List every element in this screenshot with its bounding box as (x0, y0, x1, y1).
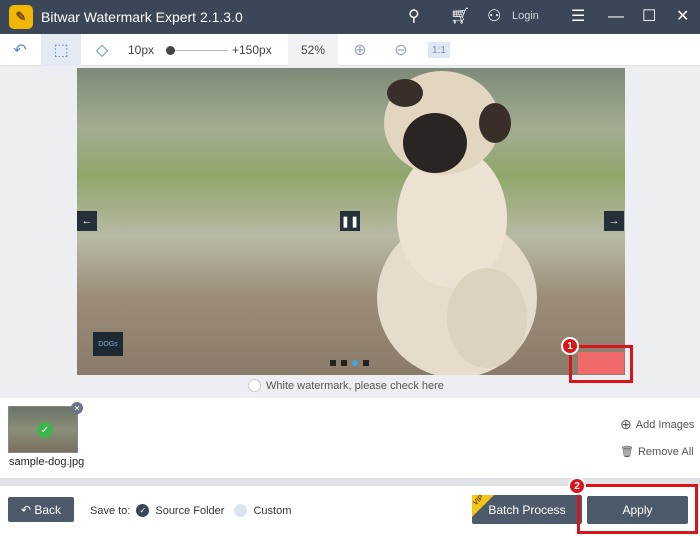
slide-dot-active[interactable] (352, 360, 358, 366)
remove-thumbnail-icon[interactable]: ✕ (71, 402, 83, 414)
key-icon[interactable]: ⚲ (408, 7, 420, 27)
slide-dot[interactable] (363, 360, 369, 366)
pug-image (377, 71, 537, 375)
brush-size-slider[interactable] (168, 50, 228, 51)
step-badge-2: 2 (568, 477, 586, 495)
brush-max: +150px (232, 43, 272, 57)
zoom-in-icon[interactable]: ⊕ (346, 34, 374, 66)
highlight-box-1 (569, 345, 633, 383)
highlight-box-2 (577, 484, 698, 534)
next-arrow-icon[interactable]: → (604, 211, 624, 231)
app-title: Bitwar Watermark Expert 2.1.3.0 (41, 9, 243, 25)
minimize-icon[interactable]: — (608, 7, 624, 27)
slide-dot[interactable] (330, 360, 336, 366)
preview-image[interactable]: ← ❚❚ → DOGs (77, 68, 625, 375)
toolbar: ↶ ⬚ ◇ 10px +150px 52% ⊕ ⊖ 1:1 (0, 34, 700, 66)
add-images-button[interactable]: ⊕ Add Images (620, 416, 694, 433)
remove-all-label: Remove All (637, 445, 694, 458)
remove-all-button[interactable]: 🗑︎ Remove All (620, 445, 694, 459)
thumbnail-strip: ✓ ✕ sample-dog.jpg ⊕ Add Images 🗑︎ Remov… (0, 398, 700, 478)
selection-tool-icon[interactable]: ⬚ (41, 34, 81, 66)
watermark-logo[interactable]: DOGs (93, 332, 123, 356)
slide-indicator (330, 360, 369, 366)
back-label: Back (34, 502, 62, 517)
back-button[interactable]: ↶ Back (8, 497, 74, 522)
eraser-icon[interactable]: ◇ (82, 34, 122, 66)
actual-size-button[interactable]: 1:1 (428, 42, 450, 58)
trash-icon: 🗑︎ (620, 446, 634, 458)
plus-circle-icon: ⊕ (620, 416, 632, 432)
back-arrow-icon: ↶ (20, 502, 35, 517)
zoom-level: 52% (288, 34, 338, 66)
pause-icon[interactable]: ❚❚ (340, 211, 360, 231)
slider-handle[interactable] (166, 46, 175, 55)
custom-label: Custom (253, 504, 292, 517)
step-badge-1: 1 (561, 337, 579, 355)
add-images-label: Add Images (635, 418, 695, 431)
prev-arrow-icon[interactable]: ← (77, 211, 97, 231)
checkbox-label: White watermark, please check here (266, 379, 444, 392)
save-to-label: Save to: (90, 504, 131, 517)
login-link[interactable]: Login (512, 10, 539, 22)
menu-icon[interactable]: ☰ (571, 7, 585, 27)
maximize-icon[interactable]: ☐ (642, 7, 656, 27)
user-icon[interactable]: ⚇ (487, 7, 501, 27)
checkbox-circle[interactable] (248, 379, 261, 392)
radio-source-folder[interactable]: ✓ (136, 504, 150, 517)
cart-icon[interactable]: 🛒︎ (450, 7, 470, 27)
file-name: sample-dog.jpg (9, 456, 85, 468)
save-to-group: Save to: ✓ Source Folder Custom (90, 504, 291, 517)
zoom-out-icon[interactable]: ⊖ (387, 34, 415, 66)
title-bar: ✎ Bitwar Watermark Expert 2.1.3.0 ⚲ 🛒︎ ⚇… (0, 0, 700, 34)
app-logo: ✎ (9, 5, 33, 29)
thumbnail-sample-dog[interactable]: ✓ (8, 406, 78, 453)
brush-min: 10px (128, 43, 155, 57)
white-watermark-checkbox[interactable]: White watermark, please check here (248, 379, 444, 392)
slide-dot[interactable] (341, 360, 347, 366)
close-icon[interactable]: ✕ (676, 7, 689, 27)
radio-custom[interactable] (234, 504, 248, 517)
source-folder-label: Source Folder (155, 504, 225, 517)
undo-icon[interactable]: ↶ (0, 34, 40, 66)
check-icon: ✓ (37, 422, 53, 438)
